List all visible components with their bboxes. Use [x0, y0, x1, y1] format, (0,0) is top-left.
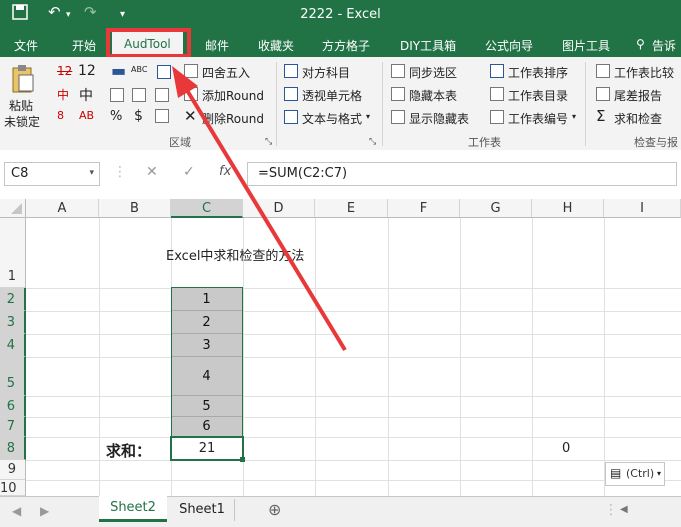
add-sheet-icon[interactable]: ⊕	[268, 500, 281, 519]
prev-sheet-icon[interactable]: ◀	[12, 504, 21, 518]
sheet-tab-sheet1[interactable]: Sheet1	[170, 499, 235, 521]
sheet-tab-bar: ◀ ▶ Sheet2 Sheet1 ⊕ ⋮ ◀	[0, 496, 681, 527]
sheet-tab-sheet2[interactable]: Sheet2	[99, 496, 167, 522]
next-sheet-icon[interactable]: ▶	[40, 504, 49, 518]
red-arrow	[172, 66, 347, 352]
scroll-left-icon[interactable]: ◀	[620, 504, 628, 515]
more-sheets-icon: ⋮	[604, 502, 618, 518]
